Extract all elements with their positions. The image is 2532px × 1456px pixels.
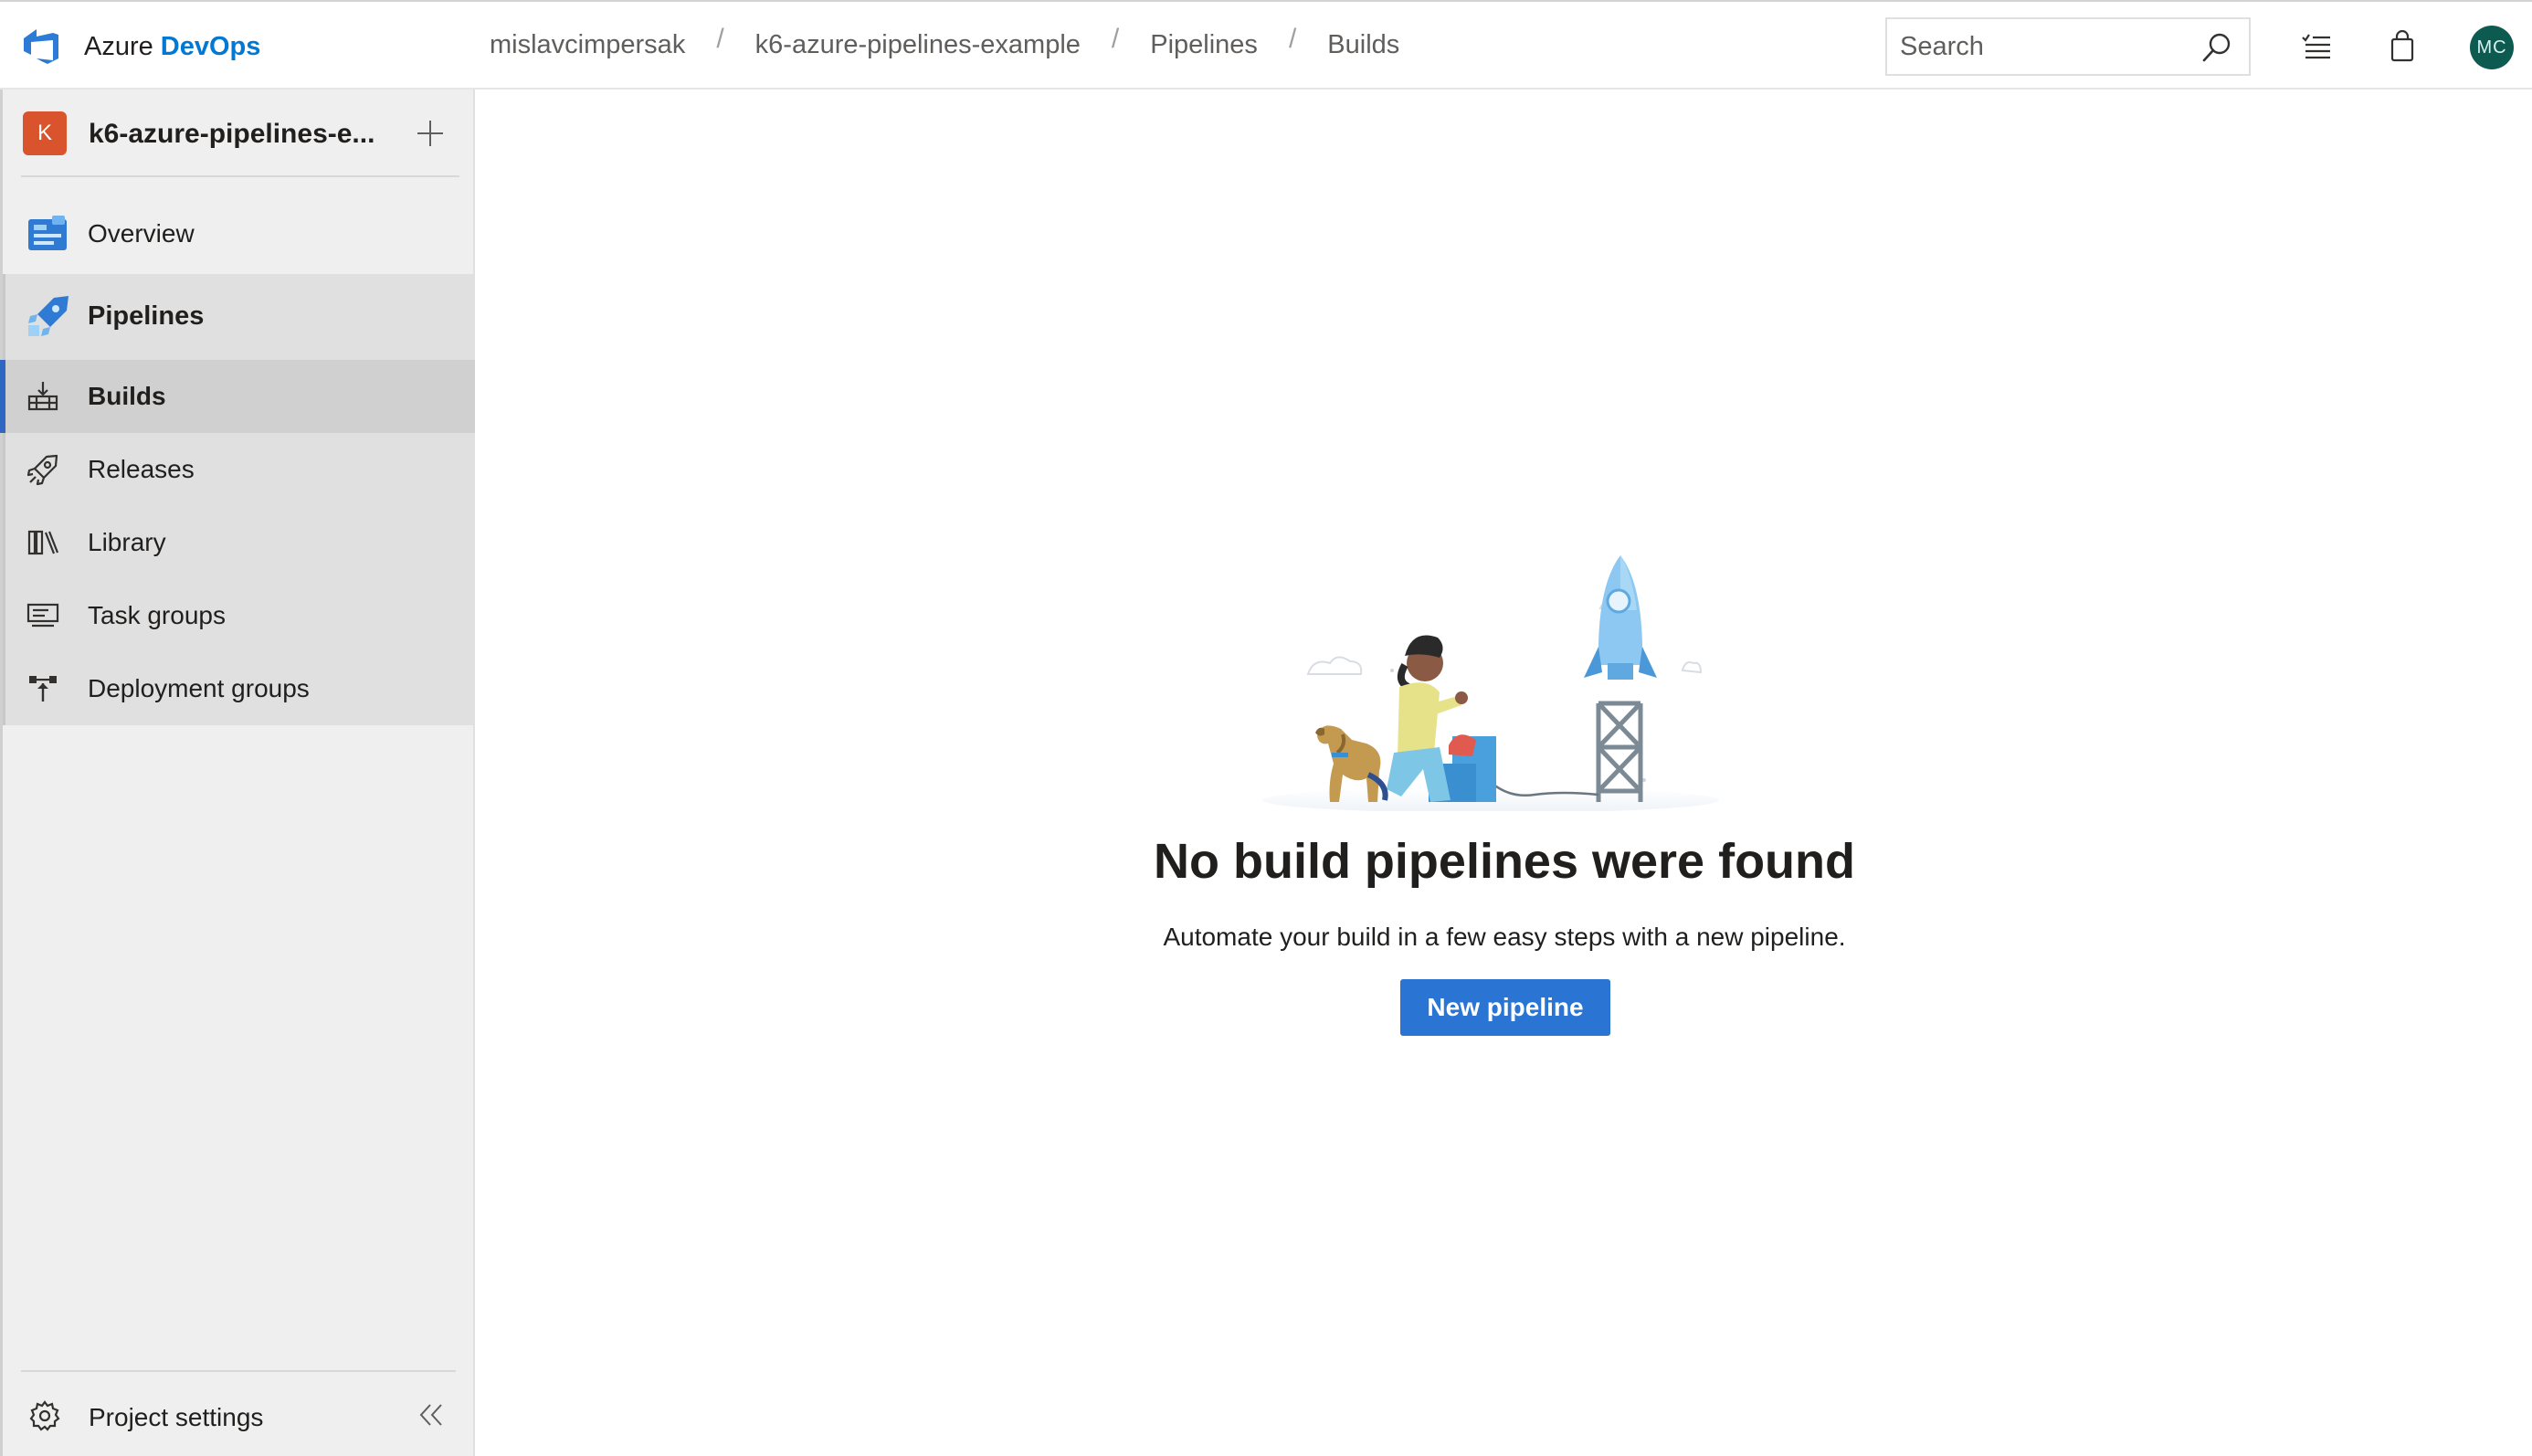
library-icon xyxy=(27,530,59,555)
new-pipeline-button[interactable]: New pipeline xyxy=(1400,979,1610,1036)
breadcrumb-organization[interactable]: mislavcimpersak xyxy=(490,30,685,60)
empty-state-illustration xyxy=(1262,555,1719,811)
user-avatar[interactable]: MC xyxy=(2470,26,2514,69)
sidebar-item-label: Overview xyxy=(88,219,195,248)
sidebar-item-overview[interactable]: Overview xyxy=(3,195,475,272)
sidebar-item-label: Releases xyxy=(88,455,195,483)
task-list-icon[interactable] xyxy=(2300,30,2333,63)
sidebar-item-label: Library xyxy=(88,528,166,556)
azure-devops-logo-icon xyxy=(24,29,58,64)
sidebar-item-deployment-groups[interactable]: Deployment groups xyxy=(3,652,475,725)
task-groups-icon xyxy=(26,603,59,628)
main-content: No build pipelines were found Automate y… xyxy=(477,90,2532,1456)
sidebar-item-label: Task groups xyxy=(88,601,226,629)
brand-name: Azure DevOps xyxy=(84,31,261,61)
shopping-bag-icon[interactable] xyxy=(2386,30,2419,63)
sidebar: K k6-azure-pipelines-e... Overview Pipel… xyxy=(0,90,475,1456)
project-selector[interactable]: K k6-azure-pipelines-e... xyxy=(21,111,459,177)
sidebar-item-releases[interactable]: Releases xyxy=(3,433,475,506)
sidebar-footer: Project settings xyxy=(21,1370,456,1452)
sidebar-item-pipelines[interactable]: Pipelines xyxy=(3,274,475,358)
breadcrumb-separator: / xyxy=(1288,24,1297,54)
project-name[interactable]: k6-azure-pipelines-e... xyxy=(89,119,375,150)
pipelines-rocket-icon xyxy=(28,296,69,336)
search-box[interactable] xyxy=(1885,17,2251,76)
search-icon[interactable] xyxy=(2201,32,2232,63)
empty-state-subtitle: Automate your build in a few easy steps … xyxy=(1163,923,1846,951)
sidebar-item-library[interactable]: Library xyxy=(3,506,475,579)
project-settings-link[interactable]: Project settings xyxy=(89,1403,263,1432)
builds-icon xyxy=(27,382,58,411)
top-bar: Azure DevOps mislavcimpersak / k6-azure-p… xyxy=(0,0,2532,90)
sidebar-item-label: Deployment groups xyxy=(88,674,310,702)
breadcrumb: mislavcimpersak / k6-azure-pipelines-exa… xyxy=(490,24,1399,60)
deployment-groups-icon xyxy=(29,676,57,702)
breadcrumb-pipelines[interactable]: Pipelines xyxy=(1150,30,1258,60)
empty-state-title: No build pipelines were found xyxy=(1153,834,1856,889)
sidebar-item-label: Pipelines xyxy=(88,301,205,331)
sidebar-item-label: Builds xyxy=(88,382,166,410)
breadcrumb-separator: / xyxy=(1111,24,1120,54)
gear-icon[interactable] xyxy=(28,1399,61,1432)
search-input[interactable] xyxy=(1900,30,2192,63)
breadcrumb-separator: / xyxy=(716,24,724,54)
sidebar-item-task-groups[interactable]: Task groups xyxy=(3,579,475,652)
breadcrumb-builds[interactable]: Builds xyxy=(1327,30,1399,60)
azure-devops-app: Azure DevOps mislavcimpersak / k6-azure-p… xyxy=(0,0,2532,1456)
plus-icon[interactable] xyxy=(414,117,447,150)
project-badge: K xyxy=(23,111,67,155)
breadcrumb-project[interactable]: k6-azure-pipelines-example xyxy=(755,30,1081,60)
brand[interactable]: Azure DevOps xyxy=(20,24,260,69)
double-chevron-left-icon[interactable] xyxy=(417,1401,445,1429)
releases-rocket-icon xyxy=(26,454,58,486)
overview-board-icon xyxy=(28,216,67,250)
sidebar-item-builds[interactable]: Builds xyxy=(0,360,475,433)
